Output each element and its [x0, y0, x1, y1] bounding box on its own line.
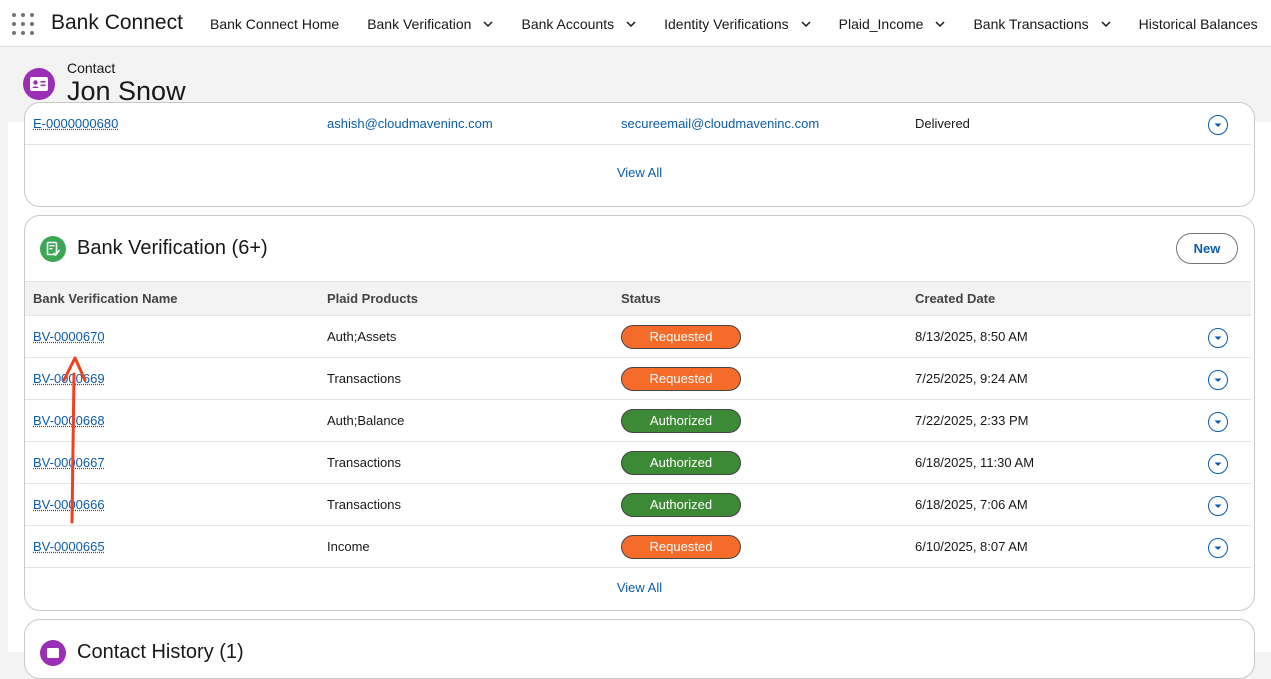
contact-history-icon	[40, 640, 66, 666]
record-type-label: Contact	[67, 60, 116, 76]
card-title[interactable]: Bank Verification (6+)	[77, 237, 268, 260]
plaid-products: Transactions	[327, 497, 401, 512]
record-detail-content: E-0000000680 ashish@cloudmaveninc.com se…	[8, 102, 1271, 679]
status-badge: Authorized	[621, 409, 741, 433]
nav-tab-label: Identity Verifications	[664, 15, 789, 32]
chevron-down-icon[interactable]	[801, 19, 811, 29]
table-row: BV-0000665 Income Requested 6/10/2025, 8…	[25, 526, 1251, 568]
table-row: E-0000000680 ashish@cloudmaveninc.com se…	[25, 103, 1251, 145]
chevron-down-icon[interactable]	[626, 19, 636, 29]
nav-tabs: Bank Connect Home Bank Verification Bank…	[196, 0, 1271, 46]
email-related-list-card: E-0000000680 ashish@cloudmaveninc.com se…	[24, 102, 1255, 207]
table-row: BV-0000666 Transactions Authorized 6/18/…	[25, 484, 1251, 526]
contact-history-related-list-card: Contact History (1)	[24, 619, 1255, 679]
nav-tab-plaid-income[interactable]: Plaid_Income	[825, 0, 960, 46]
created-date: 6/10/2025, 8:07 AM	[915, 539, 1028, 554]
nav-tab-label: Bank Connect Home	[210, 15, 340, 32]
nav-tab-label: Bank Accounts	[521, 15, 615, 32]
contact-card-icon	[23, 68, 55, 100]
created-date: 7/22/2025, 2:33 PM	[915, 413, 1029, 428]
plaid-products: Transactions	[327, 455, 401, 470]
nav-tab-bank-transactions[interactable]: Bank Transactions	[959, 0, 1124, 46]
nav-tab-historical-balances[interactable]: Historical Balances	[1125, 0, 1271, 46]
chevron-down-icon[interactable]	[935, 19, 945, 29]
created-date: 8/13/2025, 8:50 AM	[915, 329, 1028, 344]
status-badge: Requested	[621, 535, 741, 559]
column-header-created-date[interactable]: Created Date	[915, 282, 995, 315]
table-row: BV-0000670 Auth;Assets Requested 8/13/20…	[25, 316, 1251, 358]
row-actions-chevron-icon[interactable]	[1208, 538, 1228, 558]
document-check-icon	[40, 236, 66, 262]
row-actions-chevron-icon[interactable]	[1208, 412, 1228, 432]
column-header-products[interactable]: Plaid Products	[327, 282, 418, 315]
row-actions-chevron-icon[interactable]	[1208, 115, 1228, 135]
chevron-down-icon[interactable]	[1101, 19, 1111, 29]
row-actions-chevron-icon[interactable]	[1208, 496, 1228, 516]
card-title[interactable]: Contact History (1)	[77, 641, 244, 664]
view-all-link[interactable]: View All	[25, 165, 1254, 180]
status-badge: Requested	[621, 325, 741, 349]
chevron-down-icon[interactable]	[483, 19, 494, 29]
plaid-products: Transactions	[327, 371, 401, 386]
plaid-products: Auth;Balance	[327, 413, 405, 428]
app-launcher-waffle-icon[interactable]	[12, 13, 34, 35]
global-nav-bar: Bank Connect Bank Connect Home Bank Veri…	[0, 0, 1271, 47]
new-button[interactable]: New	[1176, 233, 1238, 264]
table-header: Bank Verification Name Plaid Products St…	[25, 281, 1251, 316]
email-to-link[interactable]: secureemail@cloudmaveninc.com	[621, 103, 819, 145]
nav-tab-bank-connect-home[interactable]: Bank Connect Home	[196, 0, 353, 46]
bank-verification-link[interactable]: BV-0000666	[33, 484, 105, 526]
row-actions-chevron-icon[interactable]	[1208, 454, 1228, 474]
created-date: 7/25/2025, 9:24 AM	[915, 371, 1028, 386]
table-row: BV-0000668 Auth;Balance Authorized 7/22/…	[25, 400, 1251, 442]
table-row: BV-0000667 Transactions Authorized 6/18/…	[25, 442, 1251, 484]
status-badge: Authorized	[621, 451, 741, 475]
table-row: BV-0000669 Transactions Requested 7/25/2…	[25, 358, 1251, 400]
created-date: 6/18/2025, 11:30 AM	[915, 455, 1035, 470]
status-badge: Requested	[621, 367, 741, 391]
nav-tab-label: Bank Verification	[367, 15, 472, 32]
row-actions-chevron-icon[interactable]	[1208, 370, 1228, 390]
bank-verification-link[interactable]: BV-0000670	[33, 316, 105, 358]
nav-tab-bank-accounts[interactable]: Bank Accounts	[507, 0, 650, 46]
nav-tab-label: Bank Transactions	[973, 15, 1089, 32]
email-status: Delivered	[915, 116, 970, 131]
plaid-products: Income	[327, 539, 370, 554]
bank-verification-related-list-card: Bank Verification (6+) New Bank Verifica…	[24, 215, 1255, 611]
plaid-products: Auth;Assets	[327, 329, 397, 344]
row-actions-chevron-icon[interactable]	[1208, 328, 1228, 348]
app-name: Bank Connect	[51, 11, 183, 34]
column-header-status[interactable]: Status	[621, 282, 661, 315]
bank-verification-link[interactable]: BV-0000667	[33, 442, 105, 484]
nav-tab-label: Historical Balances	[1138, 15, 1258, 32]
bank-verification-link[interactable]: BV-0000668	[33, 400, 105, 442]
created-date: 6/18/2025, 7:06 AM	[915, 497, 1028, 512]
nav-tab-identity-verifications[interactable]: Identity Verifications	[650, 0, 825, 46]
column-header-name[interactable]: Bank Verification Name	[33, 282, 178, 315]
email-record-link[interactable]: E-0000000680	[33, 103, 118, 145]
bank-verification-link[interactable]: BV-0000669	[33, 358, 105, 400]
status-badge: Authorized	[621, 493, 741, 517]
bank-verification-link[interactable]: BV-0000665	[33, 526, 105, 568]
nav-tab-label: Plaid_Income	[838, 15, 924, 32]
email-from-link[interactable]: ashish@cloudmaveninc.com	[327, 103, 493, 145]
nav-tab-bank-verification[interactable]: Bank Verification	[353, 0, 507, 46]
view-all-link[interactable]: View All	[25, 580, 1254, 595]
